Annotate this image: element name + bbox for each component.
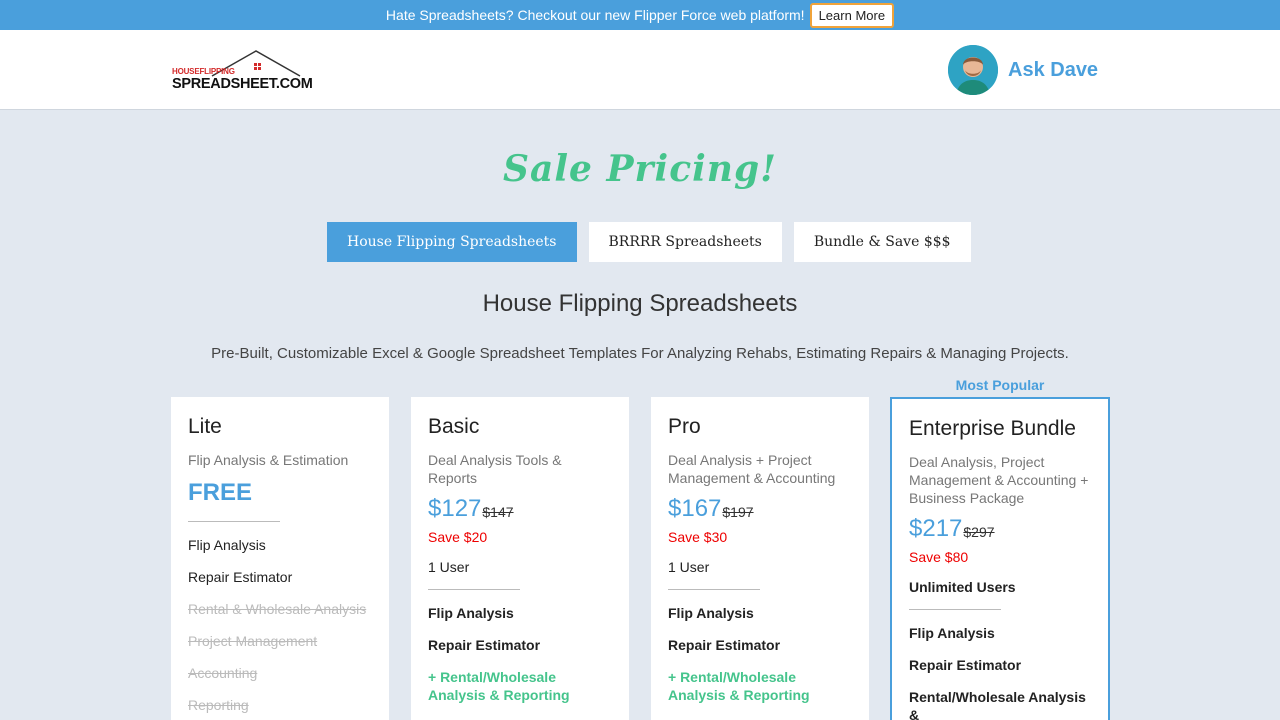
feature-item: Repair Estimator bbox=[909, 657, 1022, 673]
feature-item-excluded: Accounting bbox=[188, 665, 258, 681]
learn-more-button[interactable]: Learn More bbox=[809, 2, 895, 28]
logo-main-text: SPREADSHEET.COM bbox=[172, 76, 313, 92]
plan-description: Flip Analysis & Estimation bbox=[188, 452, 349, 468]
plan-card-lite[interactable]: Lite Flip Analysis & Estimation FREE Fli… bbox=[171, 397, 389, 720]
tab-bundle[interactable]: Bundle & Save $$$ bbox=[793, 222, 971, 262]
feature-item-added: + Rental/Wholesale Analysis & Reporting bbox=[428, 669, 570, 703]
divider bbox=[668, 589, 760, 590]
plan-old-price: $297 bbox=[963, 524, 995, 540]
section-subtitle: Pre-Built, Customizable Excel & Google S… bbox=[211, 345, 1069, 362]
promo-text: Hate Spreadsheets? Checkout our new Flip… bbox=[385, 7, 805, 23]
feature-item: Repair Estimator bbox=[188, 569, 293, 585]
divider bbox=[428, 589, 520, 590]
plan-users: 1 User bbox=[428, 559, 470, 575]
plan-price: FREE bbox=[188, 479, 253, 506]
feature-item: Flip Analysis bbox=[188, 537, 266, 553]
feature-item-excluded: Project Management bbox=[188, 633, 318, 649]
feature-item-added: + Rental/Wholesale Analysis & Reporting bbox=[668, 669, 810, 703]
plan-savings: Save $30 bbox=[668, 529, 728, 545]
plan-description: Deal Analysis Tools & Reports bbox=[428, 452, 562, 486]
divider bbox=[188, 521, 280, 522]
feature-item: Repair Estimator bbox=[428, 637, 541, 653]
plan-card-pro[interactable]: Pro Deal Analysis + Project Management &… bbox=[651, 397, 869, 720]
feature-item: Flip Analysis bbox=[909, 625, 995, 641]
section-title: House Flipping Spreadsheets bbox=[482, 290, 798, 317]
plan-name: Basic bbox=[428, 415, 480, 438]
plan-users: Unlimited Users bbox=[909, 579, 1016, 595]
ask-dave-link[interactable]: Ask Dave bbox=[948, 45, 1098, 95]
feature-item: Repair Estimator bbox=[668, 637, 781, 653]
price-row: $217 $297 bbox=[909, 515, 1091, 543]
plan-old-price: $197 bbox=[722, 504, 754, 520]
tab-brrrr[interactable]: BRRRR Spreadsheets bbox=[588, 222, 782, 262]
plan-card-basic[interactable]: Basic Deal Analysis Tools & Reports $127… bbox=[411, 397, 629, 720]
feature-item: Flip Analysis bbox=[428, 605, 514, 621]
plan-price: $217 bbox=[909, 515, 963, 542]
avatar bbox=[948, 45, 998, 95]
divider bbox=[909, 609, 1001, 610]
plan-name: Enterprise Bundle bbox=[909, 417, 1076, 440]
feature-item-excluded: Rental & Wholesale Analysis bbox=[188, 601, 367, 617]
price-row: $127 $147 bbox=[428, 495, 612, 523]
plan-old-price: $147 bbox=[482, 504, 514, 520]
feature-item-excluded: Reporting bbox=[188, 697, 249, 713]
site-logo[interactable]: HOUSEFLIPPING SPREADSHEET.COM bbox=[172, 48, 313, 92]
plan-savings: Save $80 bbox=[909, 549, 969, 565]
most-popular-label: Most Popular bbox=[955, 377, 1045, 393]
ask-dave-label: Ask Dave bbox=[1008, 58, 1099, 81]
feature-item: Rental/Wholesale Analysis & bbox=[909, 689, 1086, 720]
category-tabs: House Flipping Spreadsheets BRRRR Spread… bbox=[327, 222, 971, 262]
logo-top-text: HOUSEFLIPPING bbox=[172, 67, 235, 76]
plan-name: Pro bbox=[668, 415, 701, 438]
plan-users: 1 User bbox=[668, 559, 710, 575]
plan-name: Lite bbox=[188, 415, 222, 438]
plan-price: $127 bbox=[428, 495, 482, 522]
plan-card-enterprise[interactable]: Enterprise Bundle Deal Analysis, Project… bbox=[890, 397, 1110, 720]
plan-savings: Save $20 bbox=[428, 529, 488, 545]
sale-title: Sale Pricing! bbox=[503, 148, 777, 190]
price-row: $167 $197 bbox=[668, 495, 852, 523]
plan-description: Deal Analysis, Project Management & Acco… bbox=[909, 454, 1089, 506]
plan-price: $167 bbox=[668, 495, 722, 522]
feature-item: Flip Analysis bbox=[668, 605, 754, 621]
site-header: HOUSEFLIPPING SPREADSHEET.COM Ask Dave bbox=[0, 30, 1280, 110]
tab-house-flipping[interactable]: House Flipping Spreadsheets bbox=[327, 222, 577, 262]
promo-bar: Hate Spreadsheets? Checkout our new Flip… bbox=[0, 0, 1280, 30]
plan-description: Deal Analysis + Project Management & Acc… bbox=[668, 452, 836, 486]
